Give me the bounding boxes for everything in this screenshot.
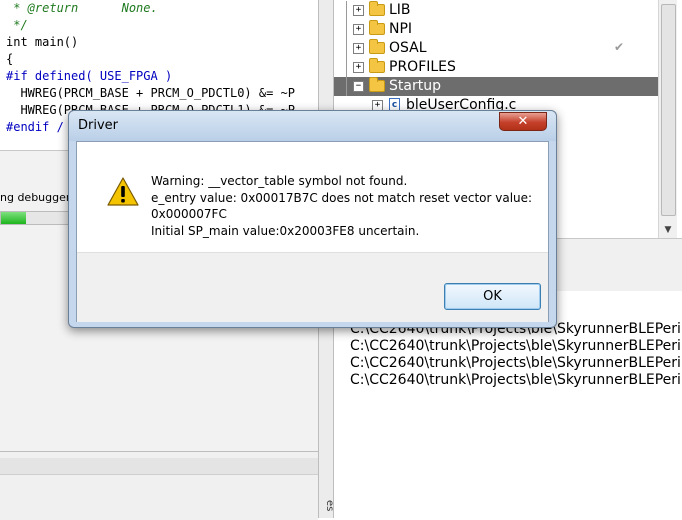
pane-divider-label: es — [324, 500, 335, 512]
message-line: e_entry value: 0x00017B7C does not match… — [151, 190, 533, 205]
folder-icon — [369, 58, 385, 73]
tree-item-label: NPI — [389, 21, 413, 37]
folder-icon — [369, 20, 385, 35]
dialog-titlebar[interactable]: Driver ✕ — [69, 111, 556, 141]
message-line: 0x000007FC — [151, 207, 227, 221]
dialog-body: Warning: __vector_table symbol not found… — [76, 141, 549, 322]
tree-item-lib[interactable]: + LIB — [334, 1, 658, 20]
debug-progress-fill — [1, 212, 26, 224]
message-line: Initial SP_main value:0x20003FE8 uncerta… — [151, 223, 420, 238]
code-line: HWREG(PRCM_BASE + PRCM_O_PDCTL0) &= ~P — [6, 86, 295, 100]
scroll-down-icon[interactable]: ▼ — [659, 222, 677, 238]
scrollbar-thumb[interactable] — [661, 4, 676, 216]
folder-icon — [369, 1, 385, 16]
tree-item-npi[interactable]: + NPI — [334, 20, 658, 39]
expand-icon[interactable]: + — [353, 43, 364, 54]
code-line: #endif / — [6, 120, 64, 134]
folder-icon — [369, 39, 385, 54]
tree-item-startup[interactable]: − Startup — [334, 77, 658, 96]
code-line: #if defined( USE_FPGA ) — [6, 69, 173, 83]
tree-item-profiles[interactable]: + PROFILES — [334, 58, 658, 77]
check-icon: ✔ — [614, 40, 625, 54]
close-icon[interactable]: ✕ — [499, 112, 547, 131]
tree-connector-line — [346, 39, 347, 58]
tree-item-label: Startup — [389, 78, 441, 94]
tree-item-label: OSAL — [389, 40, 427, 56]
message-line: Warning: __vector_table symbol not found… — [151, 174, 408, 188]
tree-connector-line — [346, 1, 347, 20]
dialog-title: Driver — [78, 118, 119, 133]
code-line: int main() — [6, 35, 79, 49]
tree-scrollbar[interactable]: ▼ — [658, 0, 677, 238]
code-line: { — [6, 52, 14, 66]
code-line: */ — [6, 18, 28, 32]
code-line: * @return None. — [6, 1, 158, 15]
expand-icon[interactable]: + — [353, 24, 364, 35]
dialog-message: Warning: __vector_table symbol not found… — [151, 173, 541, 239]
tree-item-label: LIB — [389, 2, 411, 18]
debug-progress-bar — [0, 211, 72, 225]
output-line: C:\CC2640\trunk\Projects\ble\SkyrunnerBL… — [350, 372, 682, 388]
folder-open-icon — [369, 77, 385, 92]
tree-connector-line — [346, 20, 347, 39]
tree-connector-line — [346, 58, 347, 77]
debug-lower-panel — [0, 451, 318, 520]
ok-button[interactable]: OK — [444, 283, 541, 310]
driver-warning-dialog: Driver ✕ Warning: __vector_table symbol … — [68, 110, 557, 328]
tree-item-osal[interactable]: + OSAL ✔ — [334, 39, 658, 58]
debug-lower-strip — [0, 458, 318, 475]
collapse-icon[interactable]: − — [353, 81, 364, 92]
expand-icon[interactable]: + — [353, 5, 364, 16]
tree-item-label: PROFILES — [389, 59, 456, 75]
tree-connector-line — [346, 77, 347, 96]
dialog-footer: OK — [77, 252, 548, 322]
warning-icon — [107, 177, 139, 206]
expand-icon[interactable]: + — [353, 62, 364, 73]
